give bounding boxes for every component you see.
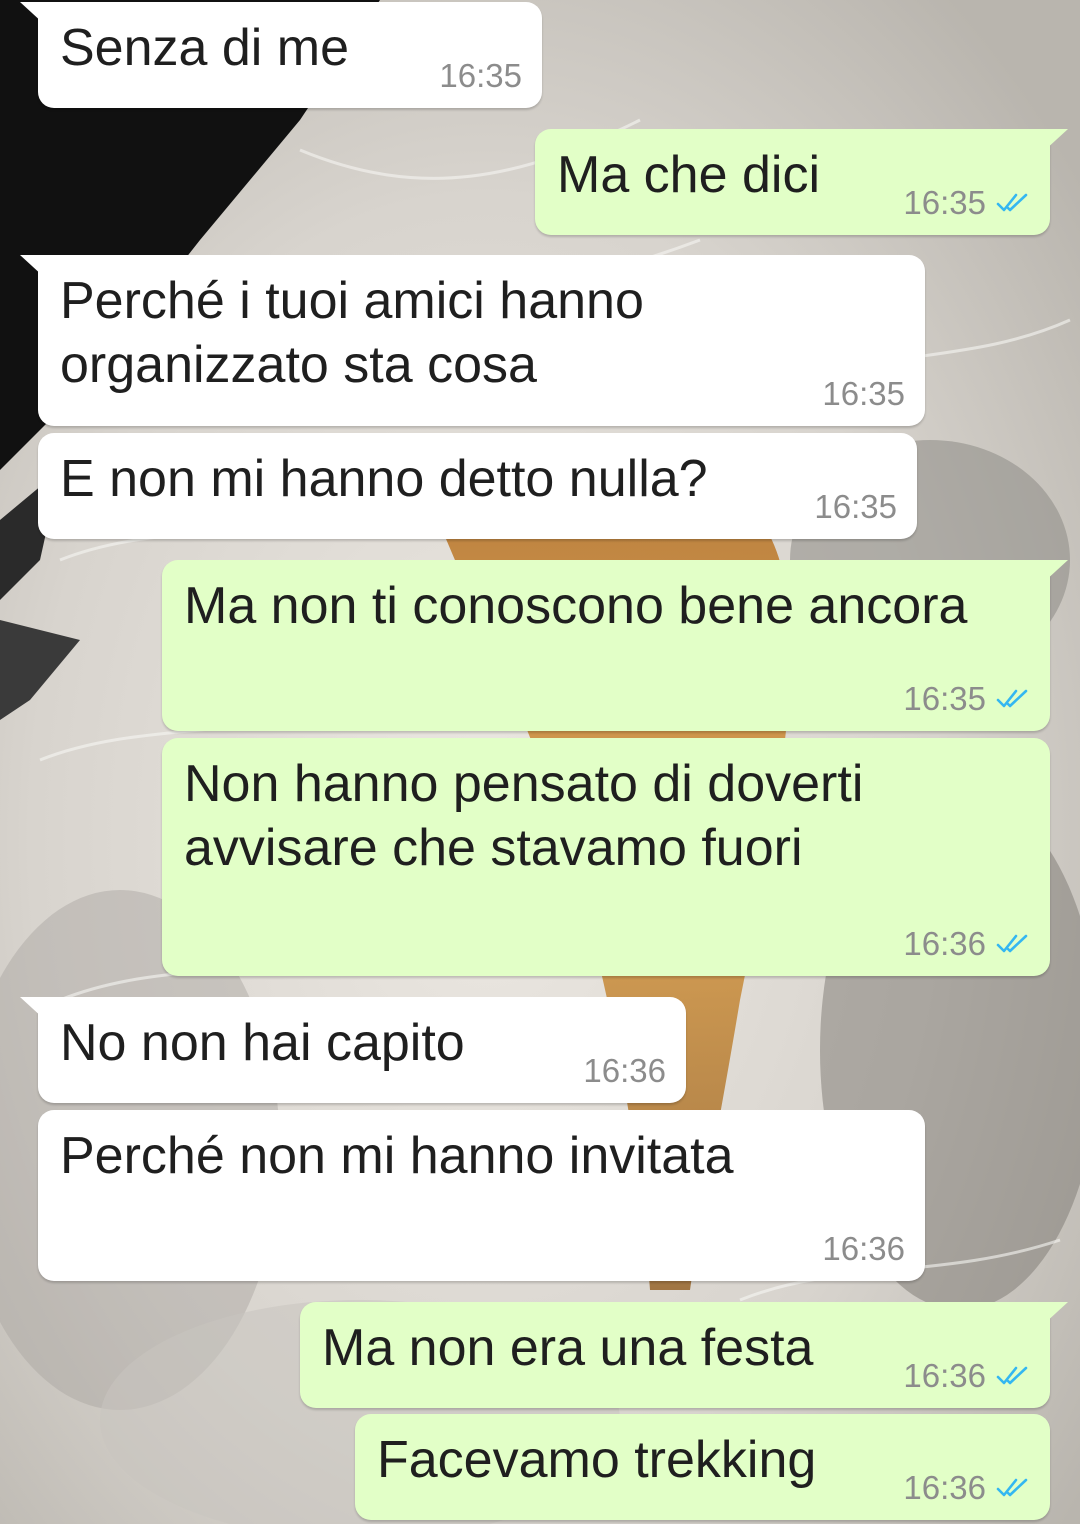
message-timestamp: 16:36 [583, 1052, 666, 1089]
message-meta: 16:36 [903, 1358, 1030, 1394]
message-timestamp: 16:35 [814, 488, 897, 525]
outgoing-message[interactable]: Non hanno pensato di doverti avvisare ch… [162, 738, 1050, 976]
message-text: Perché non mi hanno invitata [60, 1127, 734, 1185]
message-meta: 16:35 [903, 681, 1030, 717]
outgoing-message[interactable]: Ma non ti conoscono bene ancora 16:35 [162, 560, 1068, 731]
message-meta: 16:35 [439, 58, 522, 94]
message-meta: 16:36 [822, 1231, 905, 1267]
incoming-message[interactable]: Perché i tuoi amici hanno organizzato st… [20, 255, 925, 426]
message-meta: 16:36 [903, 1470, 1030, 1506]
bubble-tail [1044, 560, 1068, 582]
message-meta: 16:35 [822, 376, 905, 412]
double-check-read-icon [996, 193, 1028, 212]
message-text: Ma che dici [557, 146, 820, 204]
double-check-read-icon [996, 934, 1028, 953]
message-text: Ma non ti conoscono bene ancora [184, 577, 968, 635]
message-timestamp: 16:36 [903, 925, 986, 962]
message-timestamp: 16:36 [822, 1230, 905, 1267]
bubble-tail [20, 255, 44, 277]
message-meta: 16:36 [583, 1053, 666, 1089]
bubble-tail [1044, 1302, 1068, 1324]
message-timestamp: 16:36 [903, 1357, 986, 1394]
message-timestamp: 16:35 [903, 184, 986, 221]
message-text: Non hanno pensato di doverti avvisare ch… [184, 755, 864, 877]
bubble-tail [20, 2, 44, 24]
message-list[interactable]: Senza di me 16:35 Ma che dici 16:35 Perché i… [0, 0, 1080, 1524]
message-text: E non mi hanno detto nulla? [60, 450, 708, 508]
bubble-tail [1044, 129, 1068, 151]
incoming-message[interactable]: No non hai capito 16:36 [20, 997, 686, 1103]
message-text: Facevamo trekking [377, 1431, 817, 1489]
message-meta: 16:35 [814, 489, 897, 525]
outgoing-message[interactable]: Ma che dici 16:35 [535, 129, 1068, 235]
double-check-read-icon [996, 1478, 1028, 1497]
bubble-tail [20, 997, 44, 1019]
double-check-read-icon [996, 1366, 1028, 1385]
message-meta: 16:36 [903, 926, 1030, 962]
message-text: Perché i tuoi amici hanno organizzato st… [60, 272, 644, 394]
message-timestamp: 16:35 [903, 680, 986, 717]
message-text: No non hai capito [60, 1014, 465, 1072]
outgoing-message[interactable]: Ma non era una festa 16:36 [300, 1302, 1068, 1408]
incoming-message[interactable]: E non mi hanno detto nulla? 16:35 [38, 433, 917, 539]
incoming-message[interactable]: Senza di me 16:35 [20, 2, 542, 108]
message-text: Ma non era una festa [322, 1319, 814, 1377]
double-check-read-icon [996, 689, 1028, 708]
message-timestamp: 16:35 [822, 375, 905, 412]
outgoing-message[interactable]: Facevamo trekking 16:36 [355, 1414, 1050, 1520]
message-timestamp: 16:35 [439, 57, 522, 94]
message-timestamp: 16:36 [903, 1469, 986, 1506]
message-text: Senza di me [60, 19, 350, 77]
incoming-message[interactable]: Perché non mi hanno invitata 16:36 [38, 1110, 925, 1281]
message-meta: 16:35 [903, 185, 1030, 221]
